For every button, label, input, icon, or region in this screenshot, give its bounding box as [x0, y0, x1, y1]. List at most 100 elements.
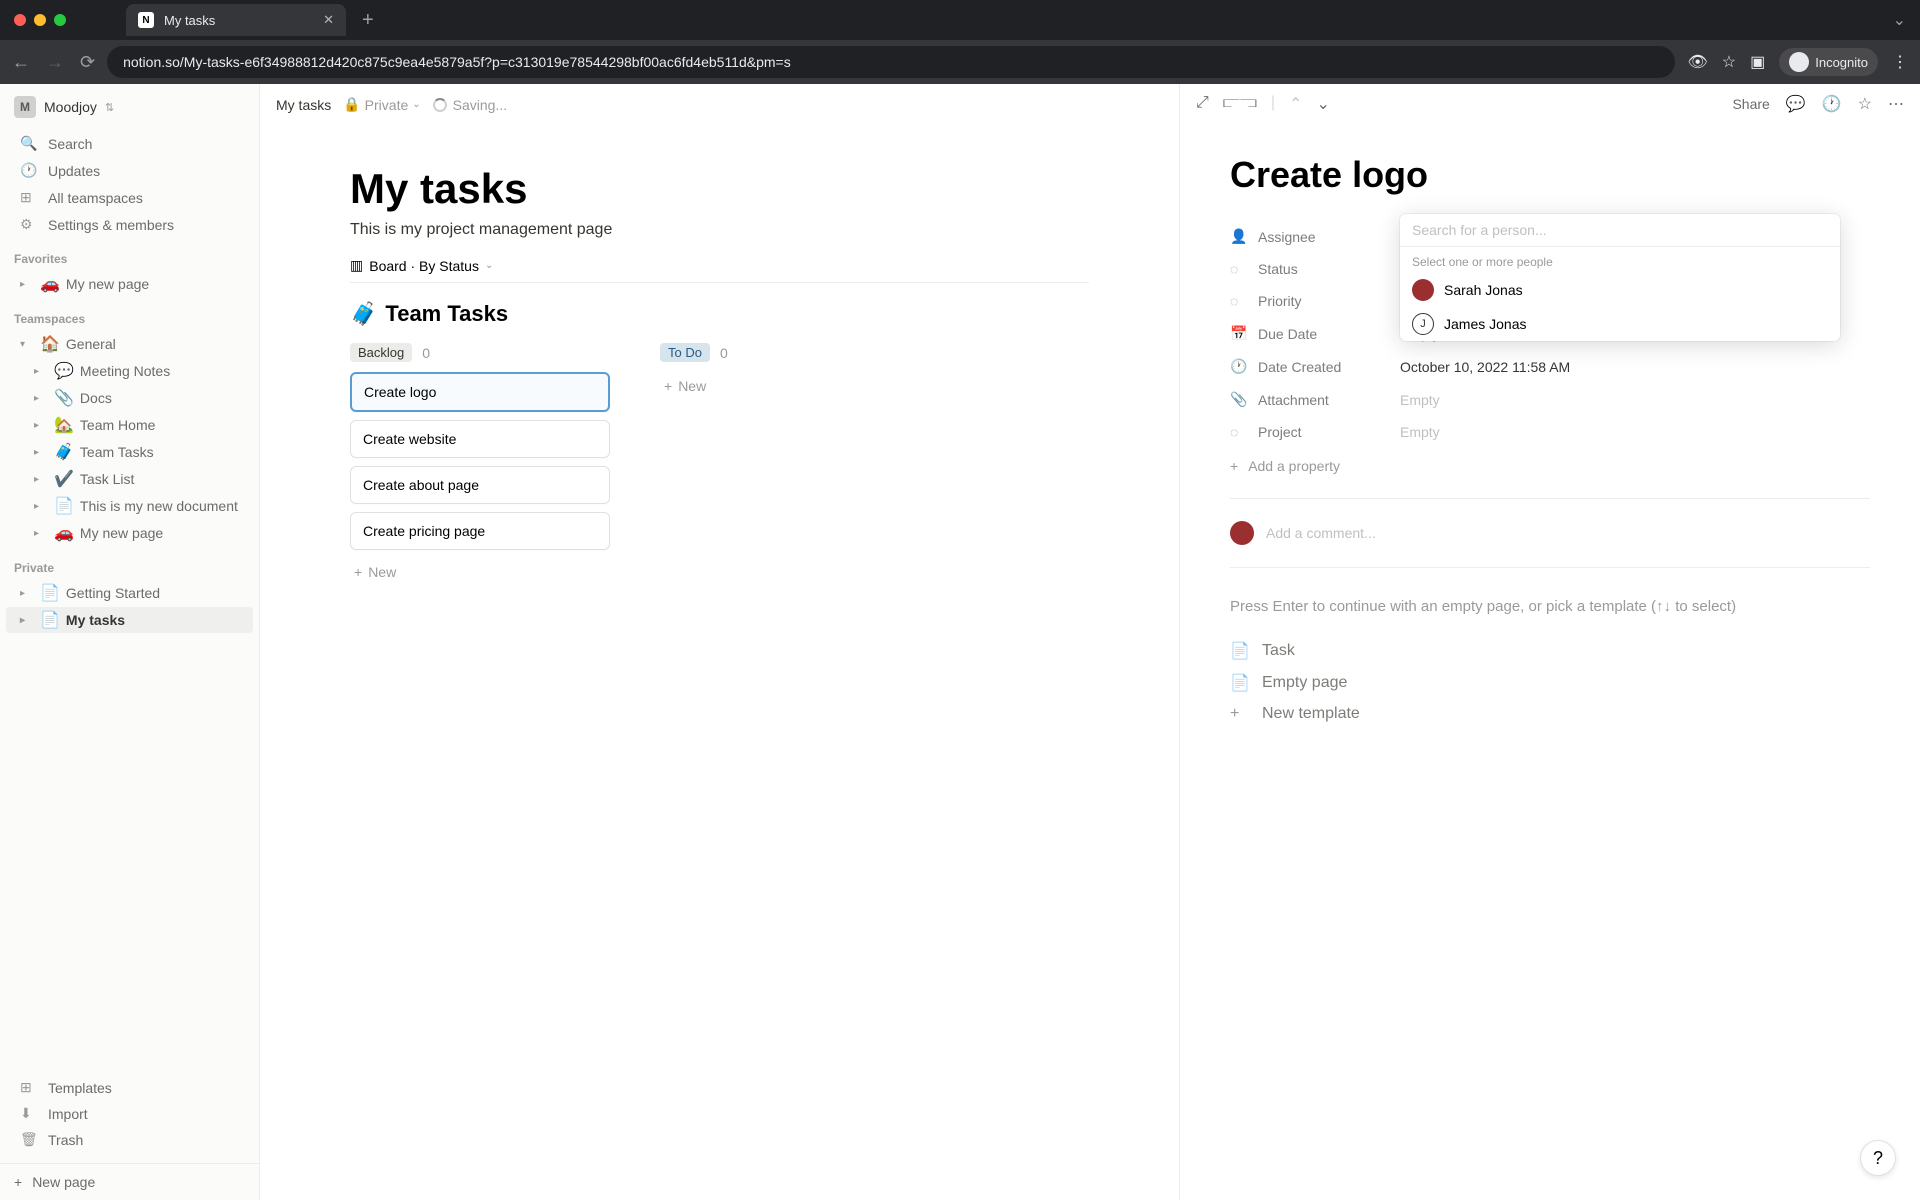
eye-off-icon[interactable]: 👁	[1687, 52, 1707, 72]
person-option[interactable]: Sarah Jonas	[1400, 273, 1840, 307]
caret-icon[interactable]: ▸	[34, 501, 48, 512]
private-badge[interactable]: 🔒 Private ⌄	[343, 96, 420, 113]
new-tab-button[interactable]: +	[354, 9, 382, 32]
peek-mode-icon[interactable]: ⫍⫎	[1223, 94, 1257, 114]
board-card[interactable]: Create logo	[350, 372, 610, 412]
property-label[interactable]: 📎 Attachment	[1230, 391, 1400, 408]
forward-button[interactable]: →	[46, 52, 64, 73]
favorite-icon[interactable]: ☆	[1858, 94, 1872, 114]
sidebar-teamspace-item[interactable]: ▸📎Docs	[6, 385, 253, 411]
sidebar-settings[interactable]: ⚙ Settings & members	[6, 212, 253, 237]
sidebar-templates[interactable]: ⊞ Templates	[6, 1075, 253, 1100]
caret-icon[interactable]: ▸	[34, 447, 48, 458]
caret-icon[interactable]: ▸	[20, 588, 34, 599]
page-label: Team Tasks	[80, 444, 154, 460]
page-title[interactable]: My tasks	[350, 165, 1089, 213]
caret-icon[interactable]: ▸	[34, 528, 48, 539]
new-page-button[interactable]: + New page	[0, 1163, 259, 1200]
property-label[interactable]: 📅 Due Date	[1230, 325, 1400, 342]
sidebar-teamspace-item[interactable]: ▾🏠General	[6, 331, 253, 357]
prev-icon[interactable]: ⌃	[1289, 94, 1302, 114]
sidebar-updates[interactable]: 🕐 Updates	[6, 158, 253, 183]
sidebar-private-item[interactable]: ▸📄Getting Started	[6, 580, 253, 606]
sidebar-teamspace-item[interactable]: ▸📄This is my new document	[6, 493, 253, 519]
caret-icon[interactable]: ▾	[20, 339, 34, 350]
back-button[interactable]: ←	[12, 52, 30, 73]
avatar: J	[1412, 313, 1434, 335]
sidebar-teamspace-item[interactable]: ▸🏡Team Home	[6, 412, 253, 438]
property-label[interactable]: ◌ Status	[1230, 261, 1400, 277]
plus-icon: +	[664, 378, 672, 394]
property-label[interactable]: ◌ Project	[1230, 424, 1400, 440]
template-option[interactable]: 📄Empty page	[1230, 667, 1870, 699]
caret-icon[interactable]: ▸	[20, 615, 34, 626]
status-pill[interactable]: To Do	[660, 343, 710, 362]
minimize-window-icon[interactable]	[34, 14, 46, 26]
page-label: Meeting Notes	[80, 363, 170, 379]
new-card-button[interactable]: +New	[350, 558, 610, 586]
sidebar-search[interactable]: 🔍 Search	[6, 131, 253, 156]
person-picker-popup: Select one or more people Sarah Jonas J …	[1400, 214, 1840, 341]
property-value[interactable]: Empty	[1400, 424, 1870, 440]
url-bar[interactable]: notion.so/My-tasks-e6f34988812d420c875c9…	[107, 46, 1675, 78]
extensions-icon[interactable]: ▣	[1750, 52, 1765, 72]
database-title[interactable]: 🧳 Team Tasks	[350, 301, 1089, 327]
property-label[interactable]: 👤 Assignee	[1230, 228, 1400, 245]
maximize-window-icon[interactable]	[54, 14, 66, 26]
property-value[interactable]: Empty	[1400, 392, 1870, 408]
board-card[interactable]: Create website	[350, 420, 610, 458]
caret-icon[interactable]: ▸	[34, 366, 48, 377]
star-icon[interactable]: ☆	[1722, 52, 1736, 72]
sidebar-teamspace-item[interactable]: ▸✔️Task List	[6, 466, 253, 492]
comments-icon[interactable]: 💬	[1786, 94, 1806, 114]
caret-icon[interactable]: ▸	[34, 393, 48, 404]
caret-icon[interactable]: ▸	[20, 279, 34, 290]
view-tab-board[interactable]: ▥ Board · By Status ⌄	[350, 257, 493, 274]
next-icon[interactable]: ⌄	[1316, 94, 1329, 114]
sidebar-teamspace-item[interactable]: ▸🚗My new page	[6, 520, 253, 546]
page-emoji: 🚗	[54, 523, 74, 543]
comment-input[interactable]: Add a comment...	[1230, 513, 1870, 553]
reload-button[interactable]: ⟳	[80, 52, 95, 73]
page-description[interactable]: This is my project management page	[350, 221, 1089, 239]
template-option[interactable]: +New template	[1230, 699, 1870, 729]
close-tab-icon[interactable]: ✕	[323, 12, 334, 28]
help-button[interactable]: ?	[1860, 1140, 1896, 1176]
caret-icon[interactable]: ▸	[34, 420, 48, 431]
browser-tab[interactable]: N My tasks ✕	[126, 4, 346, 36]
share-button[interactable]: Share	[1732, 96, 1769, 112]
add-property-button[interactable]: + Add a property	[1230, 448, 1870, 484]
sidebar-teamspace-item[interactable]: ▸💬Meeting Notes	[6, 358, 253, 384]
property-label[interactable]: ◌ Priority	[1230, 293, 1400, 309]
breadcrumb[interactable]: My tasks	[276, 97, 331, 113]
tab-title: My tasks	[164, 13, 215, 28]
status-icon: ◌	[1230, 293, 1248, 309]
templates-icon: ⊞	[20, 1079, 38, 1096]
sidebar-private-item[interactable]: ▸📄My tasks	[6, 607, 253, 633]
status-pill[interactable]: Backlog	[350, 343, 412, 362]
property-value[interactable]: October 10, 2022 11:58 AM	[1400, 359, 1870, 375]
more-icon[interactable]: ⋯	[1888, 94, 1904, 114]
template-option[interactable]: 📄Task	[1230, 635, 1870, 667]
sidebar-favorite-item[interactable]: ▸🚗My new page	[6, 271, 253, 297]
board-card[interactable]: Create pricing page	[350, 512, 610, 550]
calendar-icon: 📅	[1230, 325, 1248, 342]
browser-menu-icon[interactable]: ⋮	[1892, 52, 1908, 72]
close-window-icon[interactable]	[14, 14, 26, 26]
new-card-button[interactable]: +New	[660, 372, 920, 400]
board-card[interactable]: Create about page	[350, 466, 610, 504]
workspace-switcher[interactable]: M Moodjoy ⇅	[0, 84, 259, 130]
chevron-down-icon[interactable]: ⌄	[1893, 10, 1906, 30]
sidebar-import[interactable]: ⬇ Import	[6, 1101, 253, 1126]
sidebar-trash[interactable]: 🗑 Trash	[6, 1127, 253, 1152]
detail-title[interactable]: Create logo	[1230, 154, 1870, 196]
property-label[interactable]: 🕐 Date Created	[1230, 358, 1400, 375]
sidebar-teamspace-item[interactable]: ▸🧳Team Tasks	[6, 439, 253, 465]
sidebar-all-teamspaces[interactable]: ⊞ All teamspaces	[6, 185, 253, 210]
person-option[interactable]: J James Jonas	[1400, 307, 1840, 341]
caret-icon[interactable]: ▸	[34, 474, 48, 485]
person-search-input[interactable]	[1412, 222, 1828, 238]
window-controls[interactable]	[14, 14, 66, 26]
updates-icon[interactable]: 🕐	[1822, 94, 1842, 114]
open-as-page-icon[interactable]: ⤢	[1196, 94, 1209, 114]
